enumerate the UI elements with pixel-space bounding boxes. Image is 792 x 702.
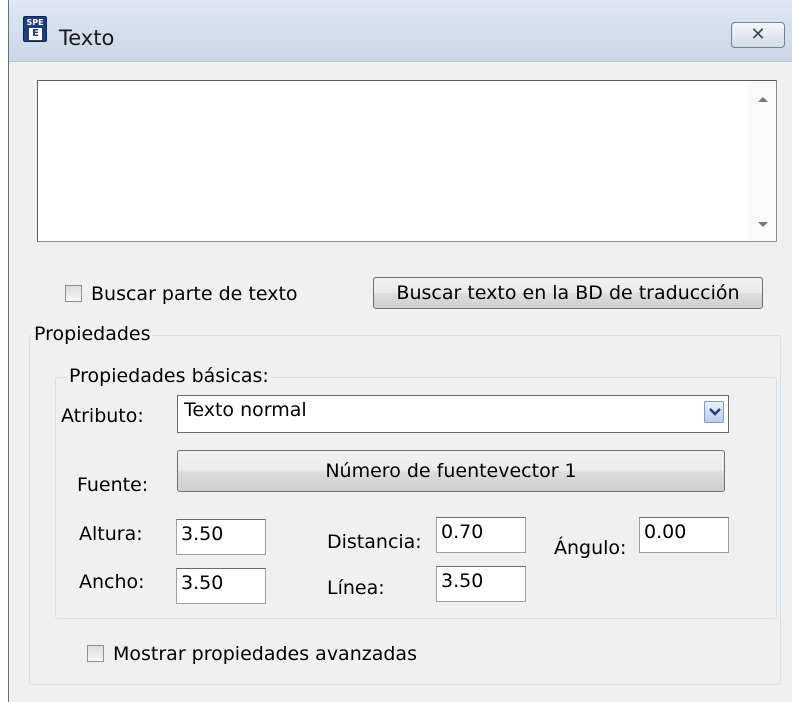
search-part-checkbox[interactable] bbox=[65, 285, 82, 302]
texto-dialog: SPE E Texto ✕ Buscar parte de texto Busc… bbox=[8, 0, 792, 702]
font-label: Fuente: bbox=[77, 474, 149, 496]
properties-legend: Propiedades bbox=[32, 323, 153, 345]
search-db-button[interactable]: Buscar texto en la BD de traducción bbox=[373, 277, 763, 309]
angle-label: Ángulo: bbox=[554, 537, 627, 559]
font-button[interactable]: Número de fuentevector 1 bbox=[177, 450, 725, 492]
width-input[interactable]: 3.50 bbox=[176, 568, 266, 604]
attribute-value: Texto normal bbox=[184, 399, 307, 421]
app-icon: SPE E bbox=[23, 16, 47, 42]
search-part-label[interactable]: Buscar parte de texto bbox=[91, 283, 298, 305]
height-input[interactable]: 3.50 bbox=[176, 519, 266, 555]
attribute-select[interactable]: Texto normal bbox=[177, 395, 729, 433]
chevron-down-icon bbox=[709, 408, 721, 416]
vertical-scrollbar[interactable] bbox=[748, 81, 776, 241]
width-label: Ancho: bbox=[79, 571, 145, 593]
close-icon: ✕ bbox=[750, 24, 766, 45]
attribute-label: Atributo: bbox=[61, 405, 144, 427]
advanced-properties-label[interactable]: Mostrar propiedades avanzadas bbox=[113, 643, 417, 665]
app-icon-top-text: SPE bbox=[26, 18, 44, 27]
text-input-area[interactable] bbox=[37, 80, 777, 242]
window-title: Texto bbox=[59, 26, 115, 50]
advanced-properties-checkbox[interactable] bbox=[87, 645, 104, 662]
angle-input[interactable]: 0.00 bbox=[639, 517, 729, 553]
line-input[interactable]: 3.50 bbox=[436, 566, 526, 602]
scroll-up-icon[interactable] bbox=[758, 97, 768, 102]
distance-input[interactable]: 0.70 bbox=[436, 517, 526, 553]
app-icon-bottom-text: E bbox=[29, 28, 42, 40]
height-label: Altura: bbox=[79, 523, 143, 545]
title-bar: SPE E Texto ✕ bbox=[9, 0, 792, 62]
close-button[interactable]: ✕ bbox=[731, 22, 785, 48]
basic-properties-legend: Propiedades básicas: bbox=[67, 365, 271, 387]
line-label: Línea: bbox=[327, 577, 385, 599]
distance-label: Distancia: bbox=[327, 531, 422, 553]
dropdown-button[interactable] bbox=[704, 401, 724, 423]
scroll-down-icon[interactable] bbox=[758, 222, 768, 227]
